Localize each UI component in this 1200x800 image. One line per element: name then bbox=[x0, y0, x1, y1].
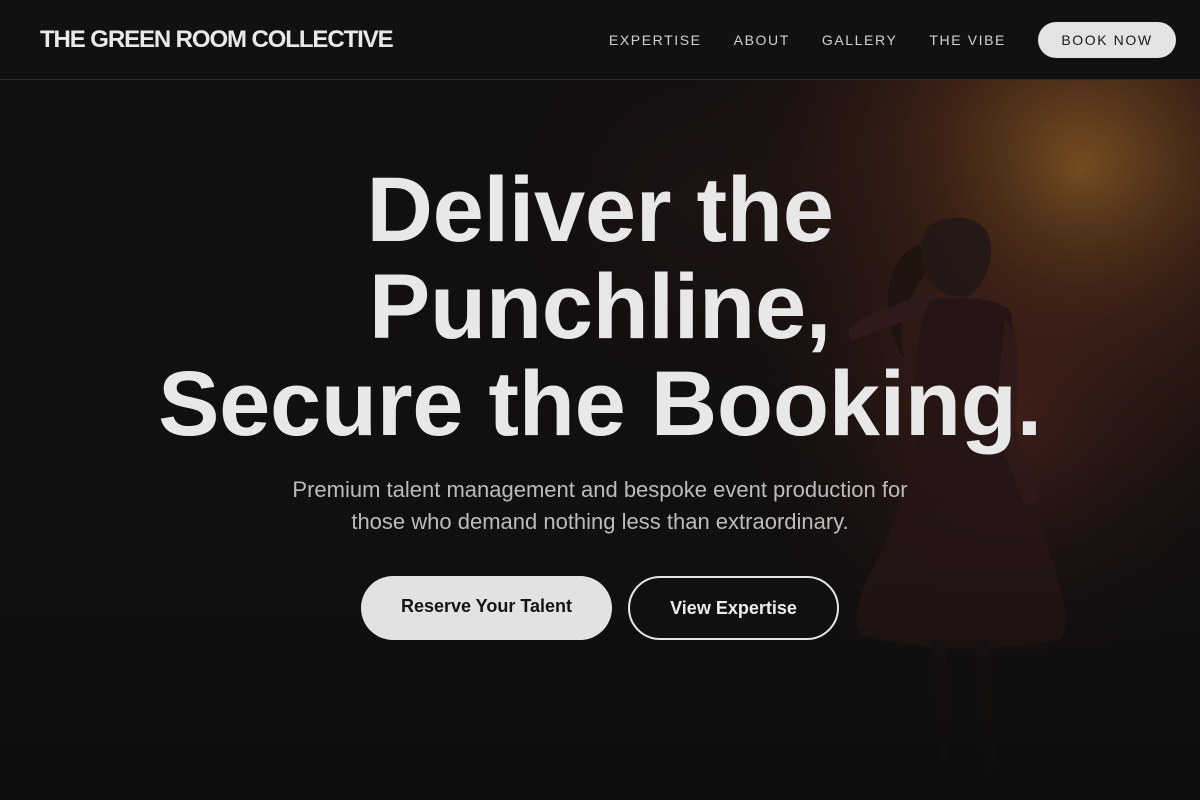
book-now-button[interactable]: BOOK NOW bbox=[1038, 21, 1176, 58]
nav-link-expertise[interactable]: EXPERTISE bbox=[609, 32, 702, 48]
nav-link-gallery[interactable]: GALLERY bbox=[822, 32, 898, 48]
hero-title-line: Punchline, bbox=[368, 256, 832, 358]
main-nav: EXPERTISE ABOUT GALLERY THE VIBE BOOK NO… bbox=[609, 21, 1176, 58]
hero-cta-group: Reserve Your Talent View Expertise bbox=[0, 576, 1200, 640]
hero-subtitle: Premium talent management and bespoke ev… bbox=[200, 474, 1000, 538]
hero-title-line: Secure the Booking. bbox=[158, 353, 1042, 455]
hero-section: Deliver the Punchline, Secure the Bookin… bbox=[0, 80, 1200, 800]
nav-link-about[interactable]: ABOUT bbox=[734, 32, 790, 48]
hero-title-line: Deliver the bbox=[366, 159, 834, 261]
nav-link-the-vibe[interactable]: THE VIBE bbox=[929, 32, 1006, 48]
reserve-talent-button[interactable]: Reserve Your Talent bbox=[361, 576, 612, 640]
hero-subtitle-line: those who demand nothing less than extra… bbox=[351, 509, 849, 534]
landing-page: THE GREEN ROOM COLLECTIVE EXPERTISE ABOU… bbox=[0, 0, 1200, 800]
brand-logo[interactable]: THE GREEN ROOM COLLECTIVE bbox=[40, 26, 394, 54]
hero-title: Deliver the Punchline, Secure the Bookin… bbox=[0, 162, 1200, 453]
site-header: THE GREEN ROOM COLLECTIVE EXPERTISE ABOU… bbox=[0, 0, 1200, 80]
view-expertise-button[interactable]: View Expertise bbox=[628, 576, 839, 640]
hero-subtitle-line: Premium talent management and bespoke ev… bbox=[292, 477, 908, 502]
